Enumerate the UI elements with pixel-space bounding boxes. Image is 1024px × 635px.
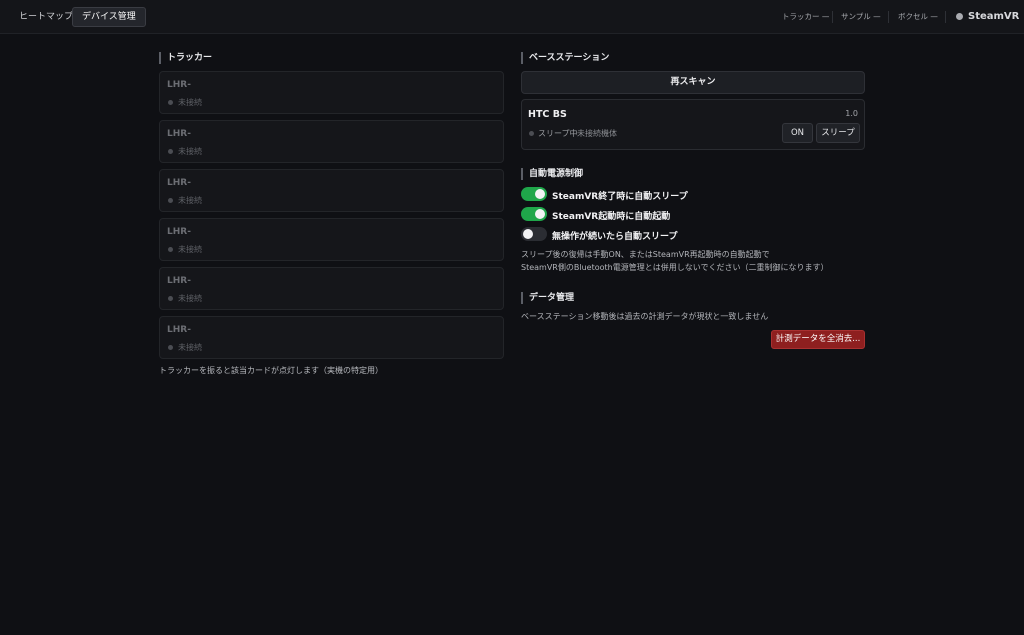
- tracker-card[interactable]: LHR- 未接続: [159, 120, 504, 163]
- tracker-status: 未接続: [178, 294, 202, 303]
- auto-sleep-on-exit-label: SteamVR終了時に自動スリープ: [552, 192, 688, 202]
- toggle-knob: [535, 189, 545, 199]
- divider: [888, 11, 889, 23]
- divider: [832, 11, 833, 23]
- tracker-name: LHR-: [167, 178, 191, 188]
- tracker-hint: トラッカーを振ると該当カードが点灯します（実機の特定用）: [159, 366, 383, 375]
- top-bar: ヒートマップ デバイス管理 トラッカー — サンプル — ボクセル — Stea…: [0, 0, 1024, 34]
- tracker-card[interactable]: LHR- 未接続: [159, 71, 504, 114]
- divider: [945, 11, 946, 23]
- tab-device-management[interactable]: デバイス管理: [72, 7, 146, 27]
- base-station-version: 1.0: [845, 109, 858, 118]
- tracker-name: LHR-: [167, 325, 191, 335]
- tracker-name: LHR-: [167, 227, 191, 237]
- tracker-card[interactable]: LHR- 未接続: [159, 267, 504, 310]
- tracker-name: LHR-: [167, 80, 191, 90]
- data-management-section-title: データ管理: [521, 292, 574, 304]
- toggle-knob: [535, 209, 545, 219]
- idle-auto-sleep-label: 無操作が続いたら自動スリープ: [552, 232, 678, 242]
- status-dot: [168, 100, 173, 105]
- steamvr-status-label: SteamVR: [968, 11, 1020, 22]
- clear-data-button[interactable]: 計測データを全消去...: [771, 330, 865, 349]
- auto-power-note: SteamVR側のBluetooth電源管理とは併用しないでください（二重制御に…: [521, 263, 829, 272]
- tracker-card[interactable]: LHR- 未接続: [159, 218, 504, 261]
- status-dot: [168, 198, 173, 203]
- base-station-section-title: ベースステーション: [521, 52, 609, 64]
- status-dot: [168, 247, 173, 252]
- base-station-state: スリープ中: [538, 129, 578, 138]
- auto-power-section-title: 自動電源制御: [521, 168, 583, 180]
- toggle-knob: [523, 229, 533, 239]
- auto-wake-on-start-label: SteamVR起動時に自動起動: [552, 212, 671, 222]
- auto-sleep-on-exit-toggle[interactable]: [521, 187, 547, 201]
- rescan-button[interactable]: 再スキャン: [521, 71, 865, 94]
- base-station-name: HTC BS: [528, 109, 567, 120]
- tracker-status: 未接続: [178, 196, 202, 205]
- trackers-section-title: トラッカー: [159, 52, 212, 64]
- base-station-note: 未接続機体: [577, 129, 617, 138]
- idle-auto-sleep-toggle[interactable]: [521, 227, 547, 241]
- status-dot: [168, 345, 173, 350]
- power-on-button[interactable]: ON: [782, 123, 813, 143]
- status-dot: [529, 131, 534, 136]
- auto-power-note: スリープ後の復帰は手動ON、またはSteamVR再起動時の自動起動で: [521, 250, 770, 259]
- tracker-status: 未接続: [178, 245, 202, 254]
- auto-wake-on-start-toggle[interactable]: [521, 207, 547, 221]
- data-management-note: ベースステーション移動後は過去の計測データが現状と一致しません: [521, 312, 769, 321]
- status-dot: [168, 296, 173, 301]
- sample-count-stat: サンプル —: [841, 12, 881, 21]
- tracker-status: 未接続: [178, 343, 202, 352]
- tracker-card[interactable]: LHR- 未接続: [159, 316, 504, 359]
- voxel-count-stat: ボクセル —: [898, 12, 938, 21]
- tracker-card[interactable]: LHR- 未接続: [159, 169, 504, 212]
- tracker-name: LHR-: [167, 276, 191, 286]
- tracker-status: 未接続: [178, 147, 202, 156]
- tracker-count-stat: トラッカー —: [782, 12, 830, 21]
- sleep-button[interactable]: スリープ: [816, 123, 860, 143]
- tracker-status: 未接続: [178, 98, 202, 107]
- base-station-card: HTC BS 1.0 スリープ中 未接続機体 ON スリープ: [521, 99, 865, 150]
- steamvr-status-dot: [956, 13, 963, 20]
- tracker-name: LHR-: [167, 129, 191, 139]
- status-dot: [168, 149, 173, 154]
